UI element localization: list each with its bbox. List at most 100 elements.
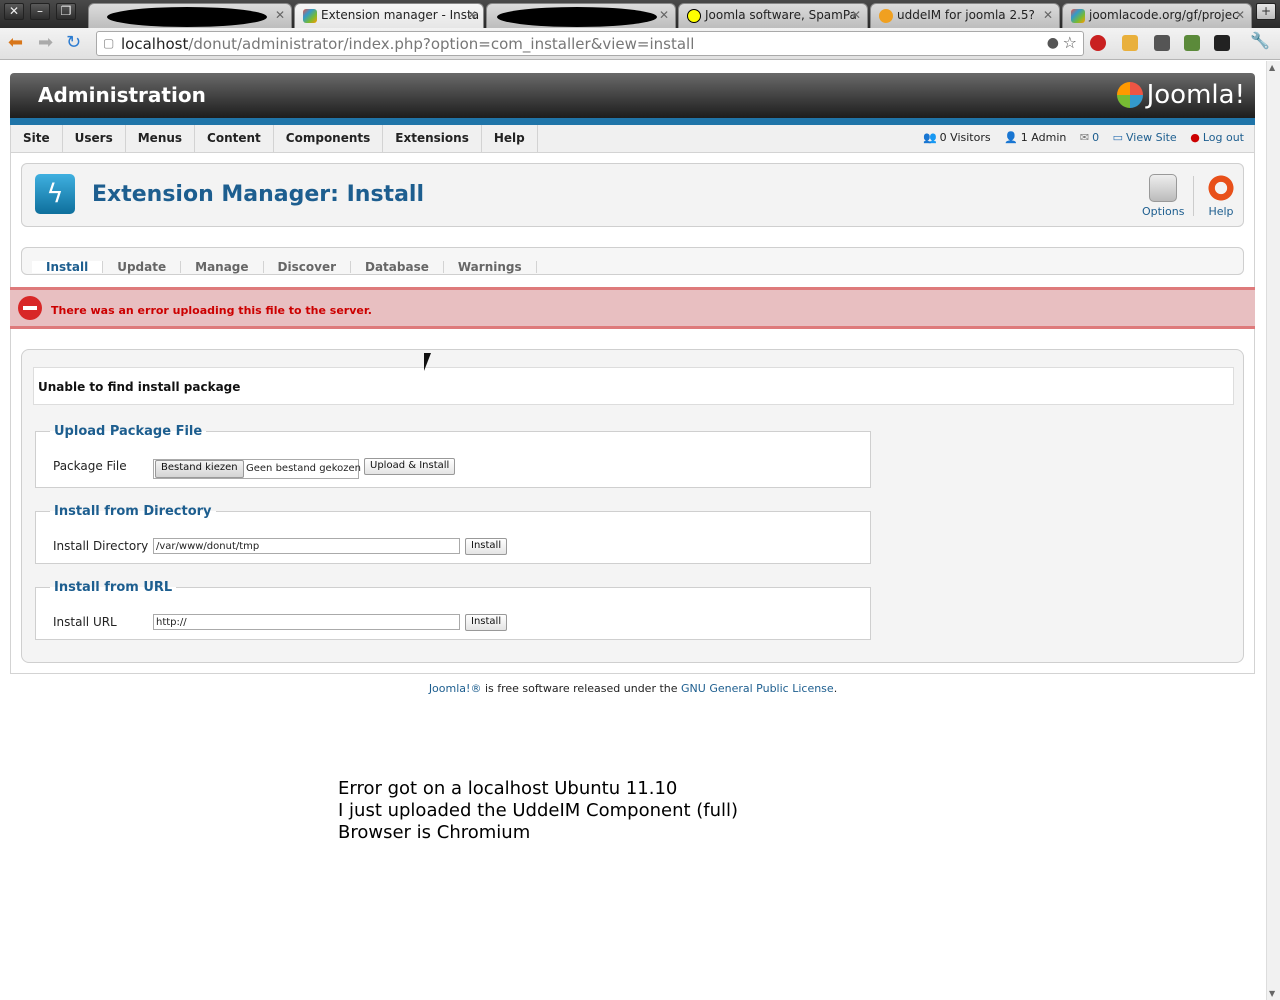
install-directory-label: Install Directory — [53, 539, 149, 553]
install-url-input[interactable] — [153, 614, 460, 630]
menu-help[interactable]: Help — [482, 125, 538, 152]
forum-favicon-icon — [879, 9, 893, 23]
page-footer: Joomla!® is free software released under… — [0, 682, 1266, 695]
install-directory-button[interactable]: Install — [465, 538, 508, 555]
gpl-link[interactable]: GNU General Public License — [681, 682, 834, 695]
choose-file-button[interactable]: Bestand kiezen — [155, 460, 244, 478]
upload-legend: Upload Package File — [54, 424, 203, 439]
help-button[interactable]: Help — [1207, 174, 1235, 218]
tab-update[interactable]: Update — [103, 261, 182, 273]
tab-label: joomlacode.org/gf/projec — [1089, 8, 1239, 22]
options-label: Options — [1142, 205, 1185, 218]
redaction-scribble — [497, 7, 657, 27]
page-title: Extension Manager: Install — [92, 182, 424, 207]
menu-site[interactable]: Site — [11, 125, 63, 152]
menu-extensions[interactable]: Extensions — [383, 125, 482, 152]
menu-content[interactable]: Content — [195, 125, 274, 152]
browser-tab-joomla-software[interactable]: Joomla software, SpamPa ✕ — [678, 3, 868, 28]
toolbar-divider — [1193, 176, 1194, 216]
rocket-extension-icon[interactable] — [1122, 35, 1138, 51]
package-file-input[interactable]: Bestand kiezen Geen bestand gekozen — [153, 459, 361, 479]
scroll-up-arrow-icon[interactable]: ▲ — [1269, 63, 1275, 72]
header-accent-bar — [10, 118, 1255, 125]
error-message: There was an error uploading this file t… — [51, 304, 372, 317]
page-content: Administration Joomla! Site Users Menus Con… — [0, 61, 1266, 1000]
browser-tab-redacted-2[interactable]: ✕ — [486, 3, 676, 28]
browser-tab-joomlacode[interactable]: joomlacode.org/gf/projec ✕ — [1062, 3, 1252, 28]
error-icon — [18, 296, 42, 320]
bookmark-star-icon[interactable]: ☆ — [1063, 33, 1077, 52]
joomla-link[interactable]: Joomla!® — [429, 682, 482, 695]
lightbulb-icon[interactable]: ● — [1047, 35, 1059, 51]
footer-text: is free software released under the — [481, 682, 682, 695]
address-bar[interactable]: ▢ localhost/donut/administrator/index.ph… — [96, 31, 1084, 56]
admin-icon: 👤 — [1004, 131, 1018, 144]
submenu-tabs: Install Update Manage Discover Database Warni… — [21, 247, 1244, 275]
tab-label: Extension manager - Insta — [321, 8, 480, 22]
view-site-icon: ▭ — [1112, 131, 1123, 144]
reload-icon[interactable]: ↻ — [66, 34, 81, 52]
admin-menu-bar: Site Users Menus Content Components Extension… — [10, 125, 1255, 153]
tab-manage[interactable]: Manage — [181, 261, 264, 273]
adblock-extension-icon[interactable] — [1090, 35, 1106, 51]
upload-package-fieldset: Upload Package File Package File Bestand… — [35, 424, 871, 488]
tab-install[interactable]: Install — [32, 261, 104, 273]
browser-tab-uddeim[interactable]: uddeIM for joomla 2.5? ✕ — [870, 3, 1060, 28]
evernote-extension-icon[interactable] — [1184, 35, 1200, 51]
browser-tab-extension-manager[interactable]: Extension manager - Insta ✕ — [294, 3, 484, 28]
browser-tab-redacted-1[interactable]: ✕ — [88, 3, 292, 28]
page-icon: ▢ — [103, 36, 115, 50]
forward-arrow-icon[interactable]: ➡ — [38, 34, 53, 52]
lifebuoy-help-icon — [1207, 174, 1235, 202]
browser-toolbar: ⬅ ➡ ↻ ▢ localhost/donut/administrator/in… — [0, 28, 1280, 60]
vertical-scrollbar[interactable]: ▲ ▼ — [1266, 61, 1280, 1000]
close-window-icon[interactable]: ✕ — [4, 3, 24, 20]
install-directory-input[interactable] — [153, 538, 460, 554]
maximize-icon[interactable]: ❐ — [56, 3, 76, 20]
scroll-down-arrow-icon[interactable]: ▼ — [1269, 989, 1275, 998]
url-legend: Install from URL — [54, 580, 173, 595]
pacman-favicon-icon — [687, 9, 701, 23]
annotation-line: Error got on a localhost Ubuntu 11.10 — [338, 778, 678, 799]
tab-warnings[interactable]: Warnings — [444, 261, 537, 273]
menu-users[interactable]: Users — [63, 125, 126, 152]
tab-label: Joomla software, SpamPa — [705, 8, 857, 22]
new-tab-button[interactable]: + — [1256, 3, 1276, 20]
install-url-fieldset: Install from URL Install URL Install — [35, 580, 871, 640]
wrench-menu-icon[interactable]: 🔧 — [1250, 31, 1270, 50]
tool-extension-icon[interactable] — [1154, 35, 1170, 51]
options-button[interactable]: Options — [1142, 174, 1184, 218]
tab-close-icon[interactable]: ✕ — [275, 8, 285, 22]
visitors-count: 0 Visitors — [939, 131, 991, 144]
tab-close-icon[interactable]: ✕ — [851, 8, 861, 22]
view-site-link[interactable]: View Site — [1126, 131, 1177, 144]
install-panel: Unable to find install package Upload Pa… — [21, 349, 1244, 663]
tab-close-icon[interactable]: ✕ — [467, 8, 477, 22]
install-url-button[interactable]: Install — [465, 614, 508, 631]
options-icon — [1149, 174, 1178, 202]
upload-install-button[interactable]: Upload & Install — [364, 458, 456, 475]
back-arrow-icon[interactable]: ⬅ — [8, 34, 23, 52]
install-directory-fieldset: Install from Directory Install Directory… — [35, 504, 871, 564]
tab-database[interactable]: Database — [351, 261, 444, 273]
tab-discover[interactable]: Discover — [264, 261, 351, 273]
minimize-icon[interactable]: – — [30, 3, 50, 20]
menu-menus[interactable]: Menus — [126, 125, 196, 152]
notification-extension-icon[interactable] — [1214, 35, 1230, 51]
tab-close-icon[interactable]: ✕ — [1235, 8, 1245, 22]
notice-message: Unable to find install package — [33, 367, 1234, 405]
logout-link[interactable]: Log out — [1203, 131, 1244, 144]
no-file-chosen-text: Geen bestand gekozen — [246, 463, 361, 474]
visitors-icon: 👥 — [922, 131, 937, 144]
tab-close-icon[interactable]: ✕ — [659, 8, 669, 22]
admin-count: 1 Admin — [1020, 131, 1067, 144]
directory-legend: Install from Directory — [54, 504, 212, 519]
messages-count[interactable]: 0 — [1092, 131, 1099, 144]
tab-close-icon[interactable]: ✕ — [1043, 8, 1053, 22]
joomla-logo[interactable]: Joomla! — [1116, 80, 1245, 110]
url-path: /donut/administrator/index.php?option=co… — [188, 35, 695, 53]
logo-text: Joomla! — [1146, 80, 1245, 110]
error-message-bar: There was an error uploading this file t… — [10, 287, 1255, 329]
menu-components[interactable]: Components — [274, 125, 384, 152]
logout-icon: ● — [1190, 131, 1200, 144]
